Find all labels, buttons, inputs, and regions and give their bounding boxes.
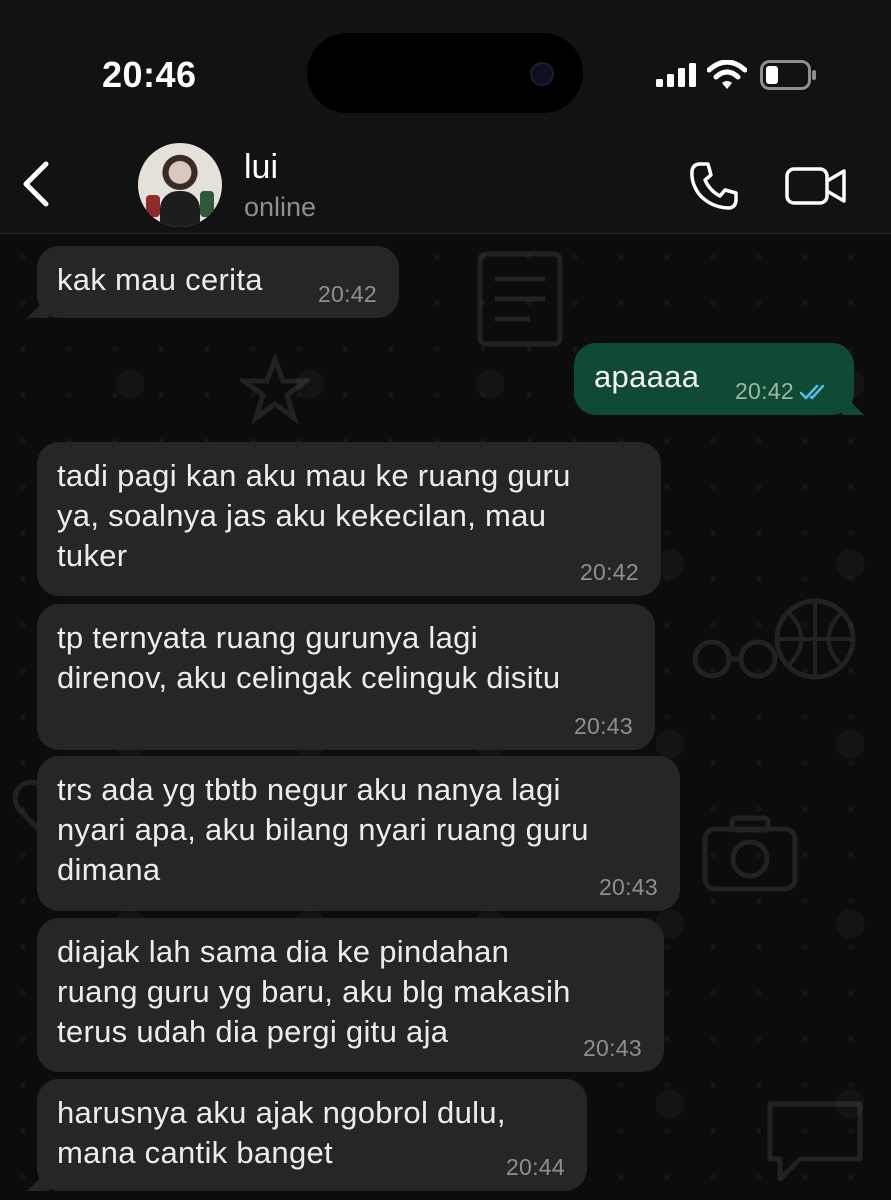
avatar-detail (160, 191, 200, 227)
video-call-icon[interactable] (785, 166, 847, 206)
message-time: 20:43 (582, 1035, 642, 1061)
message-text: tp ternyata ruang gurunya lagi direnov, … (57, 620, 561, 695)
message-text: apaaaa (594, 359, 700, 394)
star-doodle-icon (240, 354, 310, 424)
glasses-doodle-icon (692, 639, 778, 679)
message-time: 20:42 (579, 559, 639, 585)
chat-area[interactable]: kak mau cerita 20:42 apaaaa 20:42 tadi p… (0, 234, 891, 1200)
avatar-detail (200, 191, 214, 217)
camera-icon (530, 62, 554, 86)
read-receipt-icon (800, 384, 825, 400)
chat-header: lui online (0, 140, 891, 234)
camera-doodle-icon (702, 815, 798, 892)
battery-icon (760, 60, 816, 90)
message-text: diajak lah sama dia ke pindahan ruang gu… (57, 934, 571, 1049)
message-bubble-outgoing[interactable]: apaaaa 20:42 (574, 343, 854, 415)
message-time: 20:42 (734, 378, 794, 404)
wallpaper-doodle-icon (477, 251, 563, 347)
message-bubble-incoming[interactable]: tp ternyata ruang gurunya lagi direnov, … (37, 604, 655, 750)
contact-status: online (244, 192, 317, 222)
phone-icon[interactable] (688, 160, 740, 212)
message-time: 20:42 (317, 281, 377, 307)
chat-doodle-icon (767, 1101, 863, 1182)
message-text: harusnya aku ajak ngobrol dulu, mana can… (57, 1095, 506, 1170)
avatar[interactable] (138, 143, 222, 227)
basketball-doodle-icon (774, 598, 856, 680)
message-time: 20:44 (505, 1154, 565, 1180)
message-bubble-incoming[interactable]: diajak lah sama dia ke pindahan ruang gu… (37, 918, 664, 1072)
back-icon[interactable] (20, 160, 52, 208)
message-text: tadi pagi kan aku mau ke ruang guru ya, … (57, 458, 571, 573)
signal-icon (656, 63, 696, 87)
message-text: trs ada yg tbtb negur aku nanya lagi nya… (57, 772, 589, 887)
message-time: 20:43 (573, 713, 633, 739)
message-time: 20:43 (598, 874, 658, 900)
message-bubble-incoming[interactable]: harusnya aku ajak ngobrol dulu, mana can… (37, 1079, 587, 1191)
status-bar: 20:46 (0, 0, 891, 140)
message-bubble-incoming[interactable]: trs ada yg tbtb negur aku nanya lagi nya… (37, 756, 680, 911)
status-time: 20:46 (102, 54, 197, 95)
message-bubble-incoming[interactable]: kak mau cerita 20:42 (37, 246, 399, 318)
avatar-detail (146, 195, 160, 217)
wifi-icon (707, 60, 747, 89)
message-bubble-incoming[interactable]: tadi pagi kan aku mau ke ruang guru ya, … (37, 442, 661, 596)
contact-name[interactable]: lui (244, 148, 278, 187)
